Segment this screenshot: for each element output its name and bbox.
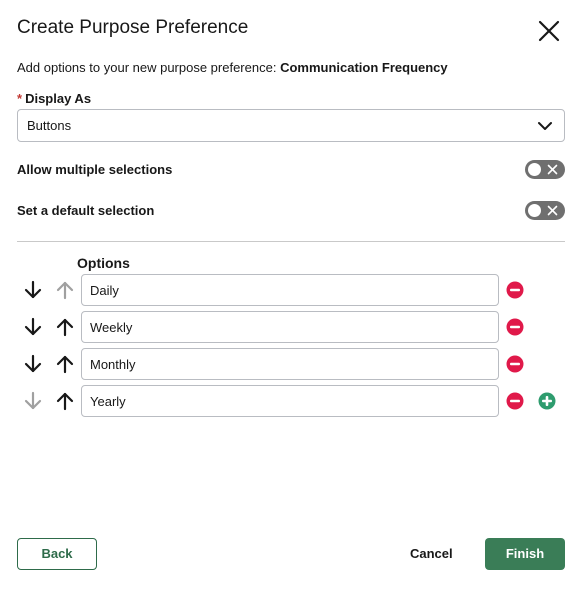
- option-input[interactable]: [81, 311, 499, 343]
- display-as-label: * Display As: [17, 91, 91, 106]
- move-up-icon[interactable]: [55, 317, 75, 337]
- move-down-icon[interactable]: [23, 317, 43, 337]
- required-mark: *: [17, 91, 23, 106]
- option-row: [0, 348, 582, 380]
- option-input[interactable]: [81, 274, 499, 306]
- display-as-select[interactable]: Buttons: [17, 109, 565, 142]
- move-down-icon: [24, 391, 42, 410]
- allow-multiple-label: Allow multiple selections: [17, 162, 173, 177]
- default-selection-toggle[interactable]: [525, 201, 565, 220]
- move-up-icon[interactable]: [55, 354, 75, 374]
- purpose-name: Communication Frequency: [280, 60, 448, 75]
- allow-multiple-toggle[interactable]: [525, 160, 565, 179]
- toggle-knob: [528, 163, 541, 176]
- remove-option-icon[interactable]: [506, 392, 524, 410]
- back-button[interactable]: Back: [17, 538, 97, 570]
- remove-option-icon[interactable]: [506, 281, 524, 299]
- option-row: [0, 274, 582, 306]
- section-divider: [17, 241, 565, 242]
- remove-option-icon[interactable]: [506, 355, 524, 373]
- move-up-icon[interactable]: [55, 391, 75, 411]
- cancel-button[interactable]: Cancel: [410, 546, 453, 561]
- move-up-icon: [56, 281, 74, 300]
- move-down-icon[interactable]: [23, 280, 43, 300]
- dialog-subtitle: Add options to your new purpose preferen…: [17, 60, 448, 75]
- remove-option-icon[interactable]: [506, 318, 524, 336]
- display-as-label-text: Display As: [25, 91, 92, 106]
- toggle-off-icon: [547, 205, 558, 216]
- chevron-down-icon: [538, 122, 552, 130]
- option-input[interactable]: [81, 385, 499, 417]
- toggle-knob: [528, 204, 541, 217]
- finish-button[interactable]: Finish: [485, 538, 565, 570]
- page-title: Create Purpose Preference: [17, 17, 249, 38]
- toggle-off-icon: [547, 164, 558, 175]
- close-icon: [538, 20, 560, 42]
- add-option-icon[interactable]: [538, 392, 556, 410]
- option-row: [0, 385, 582, 417]
- display-as-value: Buttons: [27, 118, 72, 133]
- close-button[interactable]: [536, 18, 562, 44]
- option-input[interactable]: [81, 348, 499, 380]
- subtitle-prefix: Add options to your new purpose preferen…: [17, 60, 281, 75]
- move-down-icon[interactable]: [23, 354, 43, 374]
- option-row: [0, 311, 582, 343]
- options-header: Options: [77, 255, 130, 271]
- default-selection-label: Set a default selection: [17, 203, 155, 218]
